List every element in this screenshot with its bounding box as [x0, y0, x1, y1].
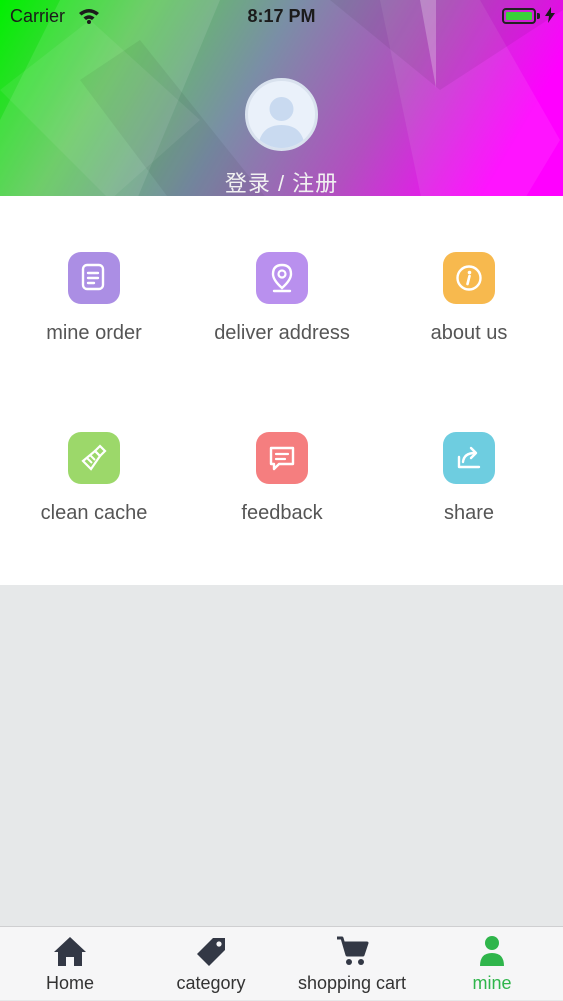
menu-item-label: share [443, 502, 495, 524]
person-icon [480, 936, 504, 966]
menu-item-label: about us [430, 322, 508, 344]
info-icon [443, 252, 495, 304]
menu-item-clean-cache[interactable]: clean cache [0, 432, 188, 552]
tab-home[interactable]: Home [0, 927, 140, 1001]
tab-label: category [176, 973, 246, 993]
battery-icon [502, 8, 536, 24]
location-pin-icon [256, 252, 308, 304]
avatar[interactable] [245, 78, 318, 151]
menu-item-label: deliver address [214, 322, 350, 344]
chat-icon [256, 432, 308, 484]
order-icon [68, 252, 120, 304]
clock: 8:17 PM [247, 6, 316, 26]
menu-item-label: clean cache [40, 502, 148, 524]
tag-icon [197, 938, 225, 966]
tab-label: mine [472, 973, 512, 993]
tab-category[interactable]: category [141, 927, 281, 1001]
menu-item-mine-order[interactable]: mine order [0, 252, 188, 372]
status-bar: Carrier 8:17 PM [0, 0, 563, 32]
share-icon [443, 432, 495, 484]
menu-item-share[interactable]: share [375, 432, 563, 552]
tab-label: shopping cart [297, 973, 407, 993]
cart-icon [337, 936, 369, 965]
menu-item-label: feedback [241, 502, 323, 524]
menu-item-about-us[interactable]: about us [375, 252, 563, 372]
menu-item-feedback[interactable]: feedback [188, 432, 376, 552]
tab-shopping-cart[interactable]: shopping cart [282, 927, 422, 1001]
menu-panel: mine order deliver address about us clea… [0, 196, 563, 585]
charging-icon [545, 7, 555, 23]
login-register-link[interactable]: 登录 / 注册 [0, 166, 563, 198]
menu-item-deliver-address[interactable]: deliver address [188, 252, 376, 372]
tab-mine[interactable]: mine [422, 927, 562, 1001]
user-avatar-icon [258, 97, 305, 148]
tab-bar: Home category shopping cart mine [0, 926, 563, 1000]
home-icon [54, 937, 86, 966]
tab-label: Home [45, 973, 94, 993]
menu-item-label: mine order [46, 322, 142, 344]
broom-icon [68, 432, 120, 484]
